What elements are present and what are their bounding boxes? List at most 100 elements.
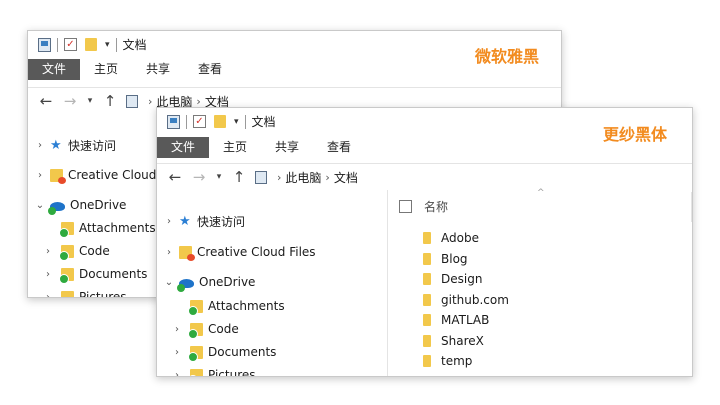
tree-item-code[interactable]: › Code bbox=[42, 241, 110, 261]
list-item[interactable]: ShareX bbox=[423, 331, 509, 352]
expand-chevron-icon[interactable]: › bbox=[34, 140, 46, 151]
quick-access-toolbar: ✓ ▾ 文档 bbox=[38, 37, 147, 52]
this-pc-icon[interactable] bbox=[38, 37, 51, 52]
quick-access-star-icon: ★ bbox=[179, 213, 191, 229]
column-divider[interactable] bbox=[691, 192, 692, 222]
this-pc-icon bbox=[126, 94, 138, 108]
tree-item-onedrive[interactable]: ⌄ OneDrive bbox=[163, 272, 255, 292]
expand-chevron-icon[interactable]: › bbox=[42, 292, 54, 298]
toolbar-divider bbox=[244, 114, 246, 129]
breadcrumb-chevron-icon[interactable]: › bbox=[325, 171, 329, 184]
explorer-window-sarasa: ✓ ▾ 文档 更纱黑体 文件 主页 共享 查看 ← → ▾ ↑ › 此电脑 › … bbox=[156, 107, 693, 377]
breadcrumb-chevron-icon[interactable]: › bbox=[196, 95, 200, 108]
forward-arrow-icon[interactable]: → bbox=[187, 168, 211, 186]
new-folder-icon[interactable] bbox=[214, 115, 226, 128]
tab-share[interactable]: 共享 bbox=[132, 59, 184, 80]
tree-item-label: Creative Cloud Files bbox=[197, 245, 316, 259]
window-title: 文档 bbox=[122, 38, 147, 52]
folder-icon bbox=[423, 273, 431, 286]
folder-icon bbox=[423, 314, 431, 327]
expand-chevron-icon[interactable]: › bbox=[42, 246, 54, 257]
tree-item-creative-cloud[interactable]: › Creative Cloud Files bbox=[163, 242, 316, 262]
new-folder-icon[interactable] bbox=[85, 38, 97, 51]
folder-icon bbox=[423, 232, 431, 245]
folder-icon bbox=[188, 368, 203, 376]
expand-chevron-icon[interactable]: › bbox=[171, 370, 183, 377]
tab-share[interactable]: 共享 bbox=[261, 137, 313, 158]
properties-check-icon[interactable]: ✓ bbox=[193, 115, 206, 128]
file-name: Blog bbox=[441, 251, 468, 266]
list-item[interactable]: MATLAB bbox=[423, 310, 509, 331]
file-name: ShareX bbox=[441, 333, 484, 348]
tab-file[interactable]: 文件 bbox=[28, 59, 81, 80]
expand-chevron-icon[interactable]: › bbox=[163, 216, 175, 227]
list-item[interactable]: github.com bbox=[423, 290, 509, 311]
recent-locations-chevron-icon[interactable]: ▾ bbox=[82, 96, 98, 106]
collapse-chevron-icon[interactable]: ⌄ bbox=[34, 200, 46, 211]
tab-view[interactable]: 查看 bbox=[313, 137, 365, 158]
customize-toolbar-chevron-icon[interactable]: ▾ bbox=[234, 117, 239, 127]
tree-item-attachments[interactable]: Attachments bbox=[188, 296, 285, 316]
tree-item-pictures[interactable]: › Pictures bbox=[42, 287, 127, 298]
tree-item-label: 快速访问 bbox=[197, 214, 246, 229]
collapse-chevron-icon[interactable]: ⌄ bbox=[163, 277, 175, 288]
this-pc-icon[interactable] bbox=[167, 114, 180, 129]
file-name: Adobe bbox=[441, 231, 479, 246]
tree-item-label: Documents bbox=[79, 267, 148, 281]
tree-item-quick-access[interactable]: › ★ 快速访问 bbox=[34, 135, 116, 155]
back-arrow-icon[interactable]: ← bbox=[34, 92, 58, 110]
folder-icon bbox=[423, 334, 431, 347]
breadcrumb-chevron-icon[interactable]: › bbox=[277, 171, 281, 184]
forward-arrow-icon[interactable]: → bbox=[58, 92, 82, 110]
tree-item-quick-access[interactable]: › ★ 快速访问 bbox=[163, 211, 245, 231]
expand-chevron-icon[interactable]: › bbox=[171, 324, 183, 335]
quick-access-toolbar: ✓ ▾ 文档 bbox=[167, 114, 276, 129]
expand-chevron-icon[interactable]: › bbox=[42, 269, 54, 280]
breadcrumb-chevron-icon[interactable]: › bbox=[148, 95, 152, 108]
onedrive-cloud-icon bbox=[48, 202, 65, 215]
back-arrow-icon[interactable]: ← bbox=[163, 168, 187, 186]
properties-check-icon[interactable]: ✓ bbox=[64, 38, 77, 51]
tree-item-documents[interactable]: › Documents bbox=[171, 342, 276, 362]
tree-item-label: Attachments bbox=[79, 221, 156, 235]
tab-file[interactable]: 文件 bbox=[157, 137, 210, 158]
expand-chevron-icon[interactable]: › bbox=[171, 347, 183, 358]
tree-item-documents[interactable]: › Documents bbox=[42, 264, 147, 284]
up-arrow-icon[interactable]: ↑ bbox=[98, 92, 122, 110]
expand-chevron-icon[interactable]: › bbox=[34, 170, 46, 181]
pane-splitter[interactable] bbox=[387, 190, 388, 376]
folder-icon bbox=[423, 293, 431, 306]
address-bar[interactable]: › 此电脑 › 文档 bbox=[255, 167, 692, 188]
breadcrumb-documents[interactable]: 文档 bbox=[334, 169, 358, 186]
customize-toolbar-chevron-icon[interactable]: ▾ bbox=[105, 40, 110, 50]
column-header-name[interactable]: 名称 bbox=[399, 198, 448, 215]
expand-chevron-icon[interactable]: › bbox=[163, 247, 175, 258]
tree-item-pictures[interactable]: › Pictures bbox=[171, 365, 256, 377]
tree-item-label: Code bbox=[208, 322, 239, 336]
list-item[interactable]: Adobe bbox=[423, 228, 509, 249]
tree-item-attachments[interactable]: Attachments bbox=[59, 218, 156, 238]
file-list: Adobe Blog Design github.com MATLAB Shar… bbox=[423, 228, 509, 372]
folder-icon bbox=[423, 252, 431, 265]
sort-ascending-icon: ^ bbox=[537, 188, 545, 198]
file-name: MATLAB bbox=[441, 313, 490, 328]
list-item[interactable]: temp bbox=[423, 351, 509, 372]
up-arrow-icon[interactable]: ↑ bbox=[227, 168, 251, 186]
select-all-checkbox[interactable] bbox=[399, 200, 412, 213]
tree-item-label: OneDrive bbox=[70, 198, 127, 212]
list-item[interactable]: Design bbox=[423, 269, 509, 290]
tab-home[interactable]: 主页 bbox=[80, 59, 132, 80]
tab-view[interactable]: 查看 bbox=[184, 59, 236, 80]
file-name: Design bbox=[441, 272, 483, 287]
tab-home[interactable]: 主页 bbox=[209, 137, 261, 158]
creative-cloud-folder-icon bbox=[179, 245, 195, 261]
breadcrumb-this-pc[interactable]: 此电脑 bbox=[285, 169, 321, 186]
folder-icon bbox=[59, 221, 74, 238]
tree-item-code[interactable]: › Code bbox=[171, 319, 239, 339]
tree-item-label: Code bbox=[79, 244, 110, 258]
tree-item-onedrive[interactable]: ⌄ OneDrive bbox=[34, 195, 126, 215]
file-name: github.com bbox=[441, 292, 509, 307]
tree-item-label: Pictures bbox=[79, 290, 127, 298]
list-item[interactable]: Blog bbox=[423, 249, 509, 270]
recent-locations-chevron-icon[interactable]: ▾ bbox=[211, 172, 227, 182]
